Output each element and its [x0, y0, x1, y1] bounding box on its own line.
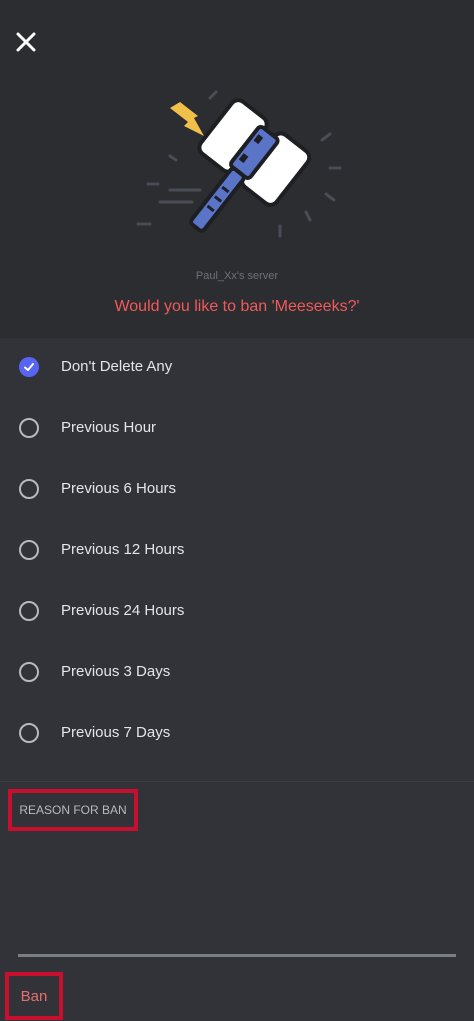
- option-label: Don't Delete Any: [61, 358, 173, 375]
- option-label: Previous 3 Days: [61, 663, 171, 680]
- option-label: Previous 7 Days: [61, 724, 171, 741]
- radio-unselected[interactable]: [19, 723, 39, 743]
- option-label: Previous 24 Hours: [61, 602, 185, 619]
- ban-question: Would you like to ban 'Meeseeks?': [114, 298, 360, 315]
- option-label: Previous Hour: [61, 419, 157, 436]
- reason-input-underline: [18, 954, 456, 957]
- option-dont-delete-any[interactable]: Don't Delete Any: [0, 338, 474, 398]
- radio-unselected[interactable]: [19, 601, 39, 621]
- close-icon: [16, 32, 36, 52]
- option-previous-hour[interactable]: Previous Hour: [0, 399, 474, 459]
- option-previous-3-days[interactable]: Previous 3 Days: [0, 643, 474, 703]
- server-name: Paul_Xx's server: [195, 270, 279, 282]
- reason-section: REASON FOR BAN Ban: [0, 782, 474, 1021]
- radio-selected[interactable]: [19, 357, 39, 377]
- ban-hammer-illustration: [136, 90, 342, 238]
- radio-unselected[interactable]: [19, 479, 39, 499]
- close-button[interactable]: [10, 26, 42, 58]
- option-previous-24-hours[interactable]: Previous 24 Hours: [0, 582, 474, 642]
- check-icon: [24, 363, 34, 371]
- reason-label: REASON FOR BAN: [8, 789, 138, 831]
- option-previous-12-hours[interactable]: Previous 12 Hours: [0, 521, 474, 581]
- option-previous-7-days[interactable]: Previous 7 Days: [0, 704, 474, 764]
- option-label: Previous 6 Hours: [61, 480, 177, 497]
- dialog-header: Paul_Xx's server Would you like to ban '…: [0, 0, 474, 338]
- ban-button[interactable]: Ban: [5, 972, 63, 1020]
- radio-unselected[interactable]: [19, 662, 39, 682]
- radio-unselected[interactable]: [19, 418, 39, 438]
- reason-input[interactable]: [18, 842, 460, 956]
- radio-unselected[interactable]: [19, 540, 39, 560]
- delete-messages-options: Don't Delete Any Previous Hour Previous …: [0, 338, 474, 781]
- option-label: Previous 12 Hours: [61, 541, 185, 558]
- option-previous-6-hours[interactable]: Previous 6 Hours: [0, 460, 474, 520]
